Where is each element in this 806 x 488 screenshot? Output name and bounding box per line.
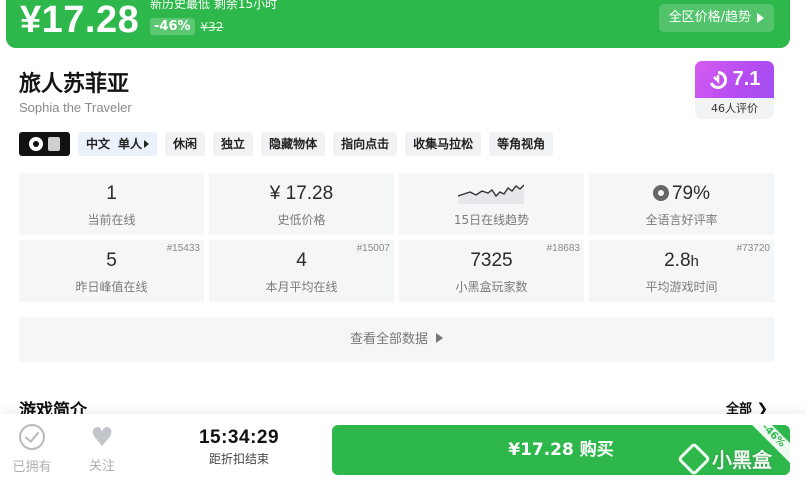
check-circle-icon bbox=[19, 424, 45, 450]
original-price: ¥32 bbox=[200, 19, 224, 34]
stat-label: 小黑盒玩家数 bbox=[455, 280, 528, 294]
game-subtitle: Sophia the Traveler bbox=[19, 100, 132, 115]
follow-button[interactable]: ♥ 关注 bbox=[80, 424, 124, 474]
stat-lowest-price[interactable]: ¥ 17.28 史低价格 bbox=[209, 173, 394, 235]
discount-countdown: 15:34:29 距折扣结束 bbox=[196, 427, 282, 467]
stat-yesterday-peak[interactable]: #15433 5 昨日峰值在线 bbox=[19, 240, 204, 302]
countdown-time: 15:34:29 bbox=[198, 427, 280, 448]
view-all-data-button[interactable]: 查看全部数据 bbox=[19, 317, 774, 362]
tag-isometric[interactable]: 等角视角 bbox=[489, 132, 554, 156]
stat-value-wrap: 2.8h bbox=[589, 250, 774, 272]
stat-label: 平均游戏时间 bbox=[645, 280, 718, 294]
stat-player-count[interactable]: #18683 7325 小黑盒玩家数 bbox=[399, 240, 584, 302]
stat-label: 全语言好评率 bbox=[645, 213, 718, 227]
heybox-logo-icon bbox=[677, 441, 711, 476]
countdown-label: 距折扣结束 bbox=[208, 452, 269, 466]
tag-casual[interactable]: 休闲 bbox=[165, 132, 206, 156]
buy-label: ¥17.28 购买 bbox=[508, 440, 614, 460]
stat-value: 79% bbox=[671, 183, 711, 204]
stat-month-average[interactable]: #15007 4 本月平均在线 bbox=[209, 240, 394, 302]
owned-label: 已拥有 bbox=[12, 460, 52, 475]
play-arrow-icon bbox=[757, 13, 764, 23]
stat-unit: h bbox=[690, 253, 699, 270]
game-title: 旅人苏菲亚 bbox=[19, 72, 130, 97]
play-arrow-icon bbox=[436, 333, 443, 343]
tag-point-click[interactable]: 指向点击 bbox=[333, 132, 398, 156]
stat-label: 本月平均在线 bbox=[265, 280, 338, 294]
watermark-text: 小黑盒 bbox=[712, 448, 772, 472]
tag-indie[interactable]: 独立 bbox=[213, 132, 254, 156]
tag-hidden-object[interactable]: 隐藏物体 bbox=[261, 132, 326, 156]
heybox-score-icon bbox=[709, 70, 727, 89]
heart-icon: ♥ bbox=[90, 423, 114, 453]
tag-row: 中文 单人 休闲 独立 隐藏物体 指向点击 收集马拉松 等角视角 bbox=[19, 132, 554, 156]
stat-value-wrap: 79% bbox=[589, 183, 774, 205]
score-card[interactable]: 7.1 46人评价 bbox=[695, 61, 774, 119]
stat-value: 5 bbox=[106, 250, 117, 271]
device-icon bbox=[48, 137, 60, 151]
bottom-action-bar: 已拥有 ♥ 关注 15:34:29 距折扣结束 ¥17.28 购买 -46% 小… bbox=[0, 414, 806, 488]
stat-positive-rate[interactable]: 79% 全语言好评率 bbox=[589, 173, 774, 235]
stat-label: 史低价格 bbox=[277, 213, 326, 227]
view-all-data-label: 查看全部数据 bbox=[349, 332, 428, 347]
score-header: 7.1 bbox=[695, 61, 774, 98]
heybox-watermark: 小黑盒 bbox=[677, 441, 772, 476]
online-trend-sparkline bbox=[458, 184, 524, 204]
stat-label: 当前在线 bbox=[87, 213, 136, 227]
history-low-note: 新历史最低 剩余15小时 bbox=[150, 0, 278, 11]
price-trend-button[interactable]: 全区价格/趋势 bbox=[658, 4, 774, 32]
caret-right-icon bbox=[144, 140, 150, 148]
player-mode-label: 单人 bbox=[118, 137, 143, 151]
stat-value: 1 bbox=[106, 183, 117, 204]
score-value: 7.1 bbox=[732, 68, 761, 90]
stat-label: 15日在线趋势 bbox=[453, 213, 530, 227]
game-detail-page: ¥17.28 新历史最低 剩余15小时 -46% ¥32 全区价格/趋势 旅人苏… bbox=[0, 0, 806, 488]
price-trend-label: 全区价格/趋势 bbox=[668, 10, 751, 25]
current-price: ¥17.28 bbox=[20, 0, 140, 41]
steam-icon bbox=[652, 185, 669, 201]
language-label: 中文 bbox=[86, 137, 111, 151]
stat-value: ¥ 17.28 bbox=[269, 183, 334, 204]
follow-label: 关注 bbox=[88, 459, 115, 474]
stats-grid: 1 当前在线 ¥ 17.28 史低价格 15日在线趋势 79% 全语言好评率 #… bbox=[19, 173, 775, 302]
discount-badge: -46% bbox=[150, 18, 195, 35]
stat-average-playtime[interactable]: #73720 2.8h 平均游戏时间 bbox=[589, 240, 774, 302]
stat-value: 4 bbox=[296, 250, 307, 271]
discount-row: -46% ¥32 bbox=[150, 18, 223, 35]
steam-icon bbox=[29, 137, 43, 151]
price-banner: ¥17.28 新历史最低 剩余15小时 -46% ¥32 全区价格/趋势 bbox=[6, 0, 790, 48]
stat-online-trend[interactable]: 15日在线趋势 bbox=[399, 173, 584, 235]
platform-badge[interactable] bbox=[19, 132, 70, 156]
stat-value: 2.8 bbox=[664, 250, 691, 271]
rating-count: 46人评价 bbox=[711, 102, 758, 115]
tag-collect-marathon[interactable]: 收集马拉松 bbox=[405, 132, 482, 156]
owned-button[interactable]: 已拥有 bbox=[7, 424, 57, 475]
stat-label: 昨日峰值在线 bbox=[75, 280, 148, 294]
stat-current-online[interactable]: 1 当前在线 bbox=[19, 173, 204, 235]
language-tag[interactable]: 中文 单人 bbox=[78, 132, 158, 156]
stat-value: 7325 bbox=[470, 250, 513, 271]
